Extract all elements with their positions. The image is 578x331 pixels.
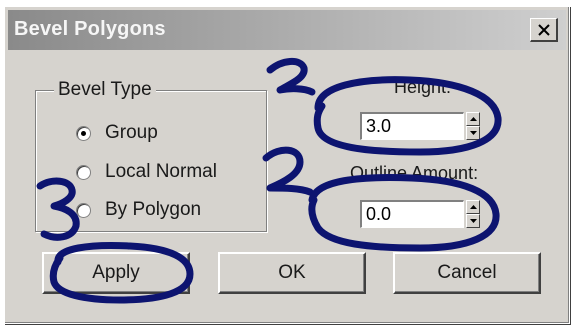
- close-button[interactable]: [530, 18, 558, 42]
- radio-group-label: Group: [105, 122, 158, 143]
- radio-local-normal-button[interactable]: [76, 164, 91, 180]
- outline-amount-spinner[interactable]: [360, 200, 480, 228]
- apply-button[interactable]: Apply: [42, 252, 190, 294]
- radio-local-normal-label: Local Normal: [105, 161, 217, 182]
- radio-group-button[interactable]: [76, 125, 91, 141]
- title-bar[interactable]: Bevel Polygons: [8, 10, 566, 50]
- outline-amount-spin-arrows[interactable]: [466, 200, 480, 228]
- bevel-type-legend: Bevel Type: [54, 79, 156, 101]
- arrow-up-icon: [469, 205, 477, 209]
- outline-amount-input[interactable]: [360, 200, 464, 228]
- height-spinner[interactable]: [360, 112, 480, 140]
- ok-button[interactable]: OK: [218, 252, 366, 294]
- outline-amount-label: Outline Amount:: [350, 163, 479, 183]
- arrow-down-icon: [469, 219, 477, 223]
- bevel-type-group: Bevel Type Group Local Normal By Polygon: [35, 79, 267, 232]
- window-title: Bevel Polygons: [14, 18, 166, 40]
- height-spin-arrows[interactable]: [466, 112, 480, 140]
- radio-by-polygon-button[interactable]: [76, 202, 91, 218]
- radio-by-polygon[interactable]: By Polygon: [76, 199, 201, 221]
- close-icon: [537, 23, 550, 36]
- height-input[interactable]: [360, 112, 464, 140]
- radio-group[interactable]: Group: [76, 122, 158, 144]
- outline-amount-spin-up-button[interactable]: [466, 200, 480, 214]
- cancel-button[interactable]: Cancel: [393, 252, 541, 294]
- height-spin-down-button[interactable]: [466, 126, 480, 140]
- radio-by-polygon-label: By Polygon: [105, 199, 202, 220]
- height-spin-up-button[interactable]: [466, 112, 480, 126]
- height-label: Height:: [394, 77, 452, 97]
- arrow-up-icon: [469, 117, 477, 121]
- arrow-down-icon: [469, 131, 477, 135]
- outline-amount-spin-down-button[interactable]: [466, 214, 480, 228]
- radio-local-normal[interactable]: Local Normal: [76, 161, 217, 183]
